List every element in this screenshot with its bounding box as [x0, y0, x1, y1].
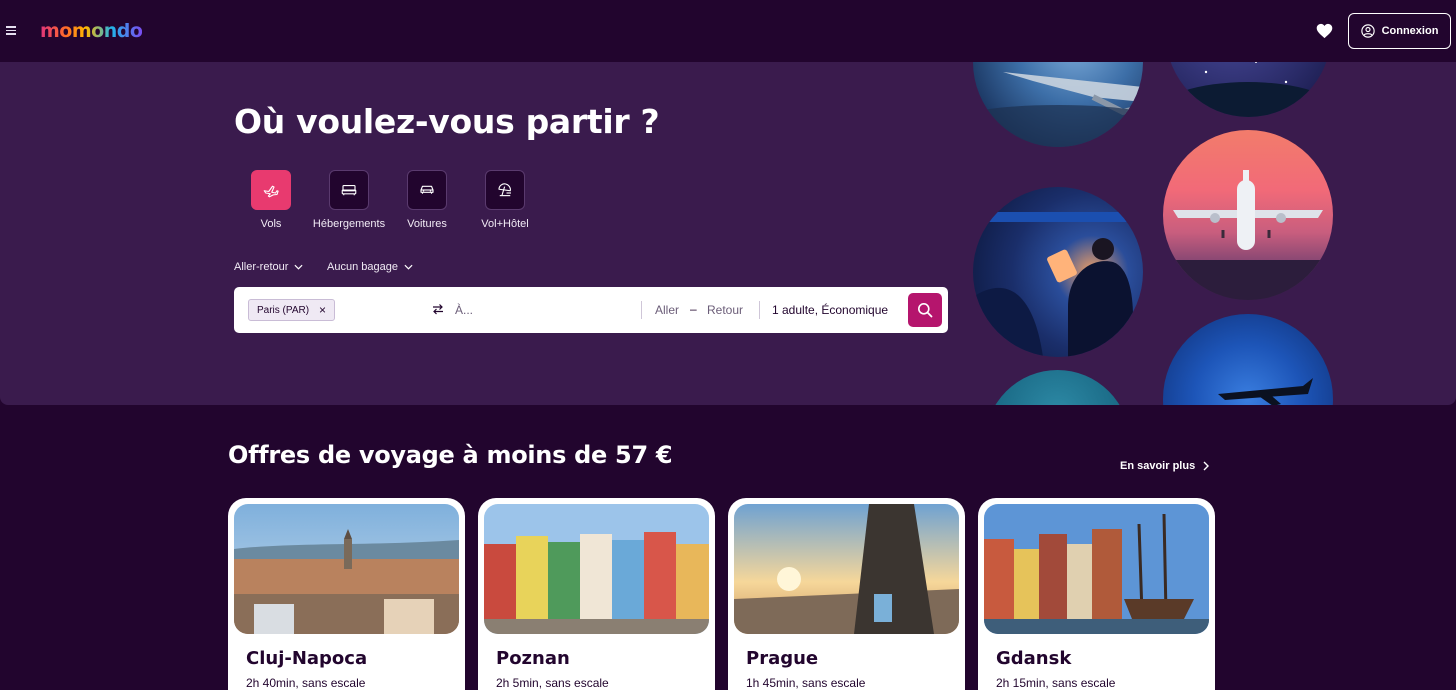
tab-flight-hotel-label: Vol+Hôtel: [481, 218, 529, 230]
deal-card-prague[interactable]: Prague 1h 45min, sans escale: [728, 498, 965, 690]
see-more-link[interactable]: En savoir plus: [1120, 460, 1210, 472]
hero-search-panel: Où voulez-vous partir ? Vols Hébergement…: [0, 62, 1456, 405]
prague-photo: [734, 504, 959, 634]
airplane-sunset-photo: [1163, 130, 1333, 300]
deal-city: Poznan: [496, 648, 570, 669]
trip-type-label: Aller-retour: [234, 261, 289, 273]
tab-cars[interactable]: Voitures: [387, 170, 467, 230]
destination-input[interactable]: [455, 300, 635, 320]
tab-stays-label: Hébergements: [312, 218, 386, 230]
search-button[interactable]: [908, 293, 942, 327]
login-button[interactable]: Connexion: [1348, 13, 1451, 49]
baggage-dropdown[interactable]: Aucun bagage: [327, 261, 413, 273]
deals-section-title: Offres de voyage à moins de 57 €: [228, 441, 673, 469]
airplane-wing-photo: [973, 62, 1143, 147]
car-icon: [420, 185, 434, 194]
remove-origin-icon[interactable]: ×: [319, 303, 326, 317]
swap-icon[interactable]: [432, 303, 444, 315]
deal-flight-info: 1h 45min, sans escale: [746, 676, 866, 690]
deal-card-cluj-napoca[interactable]: Cluj-Napoca 2h 40min, sans escale: [228, 498, 465, 690]
gdansk-photo: [984, 504, 1209, 634]
login-label: Connexion: [1381, 25, 1439, 37]
date-separator: –: [690, 302, 697, 316]
bed-icon: [341, 184, 357, 196]
user-circle-icon: [1360, 24, 1375, 38]
trip-type-dropdown[interactable]: Aller-retour: [234, 261, 303, 273]
deal-card-gdansk[interactable]: Gdansk 2h 15min, sans escale: [978, 498, 1215, 690]
cabin-passenger-photo: [973, 187, 1143, 357]
poznan-photo: [484, 504, 709, 634]
tab-flights-label: Vols: [260, 218, 282, 230]
passengers-cabin-field[interactable]: 1 adulte, Économique: [772, 303, 888, 317]
chevron-right-icon: [1203, 461, 1210, 471]
deal-city: Gdansk: [996, 648, 1072, 669]
tab-cars-label: Voitures: [407, 218, 447, 230]
divider: [759, 301, 760, 319]
night-sky-photo: [1166, 62, 1331, 117]
plane-icon: [263, 185, 279, 198]
search-icon: [918, 303, 933, 318]
see-more-label: En savoir plus: [1120, 460, 1196, 472]
deal-city: Cluj-Napoca: [246, 648, 368, 669]
deal-flight-info: 2h 5min, sans escale: [496, 676, 609, 690]
hero-title: Où voulez-vous partir ?: [234, 102, 660, 141]
hamburger-menu-icon[interactable]: [6, 26, 16, 35]
chevron-down-icon: [404, 264, 413, 270]
divider: [641, 301, 642, 319]
origin-chip-label: Paris (PAR): [257, 304, 310, 316]
deal-card-poznan[interactable]: Poznan 2h 5min, sans escale: [478, 498, 715, 690]
tab-stays[interactable]: Hébergements: [309, 170, 389, 230]
baggage-label: Aucun bagage: [327, 261, 398, 273]
deal-flight-info: 2h 15min, sans escale: [996, 676, 1116, 690]
return-date-field[interactable]: Retour: [707, 303, 743, 317]
origin-chip[interactable]: Paris (PAR) ×: [248, 299, 336, 321]
cluj-napoca-photo: [234, 504, 459, 634]
momondo-logo[interactable]: momondo: [40, 20, 143, 42]
heart-icon[interactable]: [1316, 23, 1333, 39]
tab-flights[interactable]: Vols: [231, 170, 311, 230]
top-bar: momondo Connexion: [0, 0, 1456, 62]
deal-city: Prague: [746, 648, 819, 669]
deal-flight-info: 2h 40min, sans escale: [246, 676, 366, 690]
ocean-photo: [985, 370, 1130, 405]
depart-date-field[interactable]: Aller: [655, 303, 679, 317]
beach-umbrella-icon: [498, 183, 511, 197]
tab-flight-hotel[interactable]: Vol+Hôtel: [465, 170, 545, 230]
flight-search-bar: Paris (PAR) × Aller – Retour 1 adulte, É…: [234, 287, 948, 333]
moon-airplane-photo: [1163, 314, 1333, 405]
chevron-down-icon: [294, 264, 303, 270]
